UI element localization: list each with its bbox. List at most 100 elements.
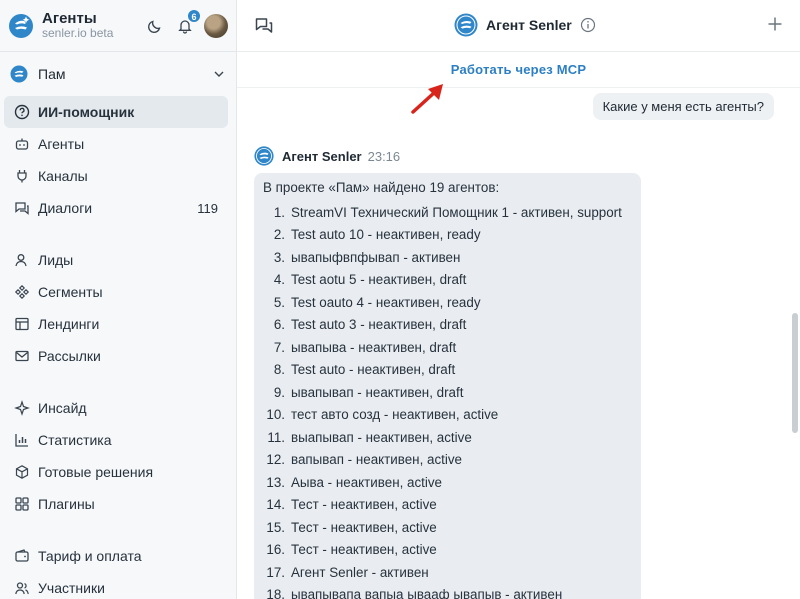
sidebar-item-label: Агенты — [38, 136, 85, 152]
sidebar-item-segments[interactable]: Сегменты — [4, 276, 228, 308]
sidebar-item-billing[interactable]: Тариф и оплата — [4, 540, 228, 572]
list-item-number: 6. — [273, 317, 285, 333]
sidebar-item-ready-solutions[interactable]: Готовые решения — [4, 456, 228, 488]
chat-history-button[interactable] — [254, 16, 274, 39]
list-item-text: Test aotu 5 - неактивен, draft — [291, 272, 467, 288]
nav-group-analytics: Инсайд Статистика Готовые решения Плагин… — [0, 392, 236, 520]
list-item: 12. вапывап - неактивен, active — [263, 449, 632, 472]
list-item-number: 8. — [273, 362, 285, 378]
list-item: 6. Test auto 3 - неактивен, draft — [263, 314, 632, 337]
agent-title: Агент Senler — [486, 17, 572, 33]
wallet-icon — [14, 548, 30, 564]
list-item: 1. StreamVI Технический Помощник 1 - акти… — [263, 201, 632, 224]
list-item-text: ывапыва - неактивен, draft — [291, 339, 457, 355]
sidebar-item-insight[interactable]: Инсайд — [4, 392, 228, 424]
help-circle-icon — [14, 104, 30, 120]
chat-history-icon — [255, 18, 273, 33]
list-item: 8. Test auto - неактивен, draft — [263, 359, 632, 382]
list-item: 5. Test oauto 4 - неактивен, ready — [263, 291, 632, 314]
sidebar-item-leads[interactable]: Лиды — [4, 244, 228, 276]
sidebar-item-landings[interactable]: Лендинги — [4, 308, 228, 340]
notifications-button[interactable]: 6 — [172, 8, 201, 39]
chevron-down-icon — [214, 71, 224, 77]
list-item-text: Агент Senler - активен — [291, 564, 429, 580]
sidebar-item-label: Статистика — [38, 432, 112, 448]
sidebar-item-plugins[interactable]: Плагины — [4, 488, 228, 520]
brand-title: Агенты — [42, 9, 97, 27]
list-item-text: Test auto 10 - неактивен, ready — [291, 227, 481, 243]
moon-icon — [147, 20, 161, 33]
agent-logo-icon — [454, 13, 478, 37]
sidebar-header: Агенты senler.io beta 6 — [0, 0, 236, 52]
list-item: 16. Тест - неактивен, active — [263, 539, 632, 562]
plug-icon — [14, 168, 30, 184]
bar-chart-icon — [14, 432, 30, 448]
list-item-number: 5. — [273, 294, 285, 310]
list-item: 17. Агент Senler - активен — [263, 561, 632, 584]
mcp-link[interactable]: Работать через MCP — [451, 62, 586, 77]
agent-message-intro: В проекте «Пам» найдено 19 агентов: — [263, 180, 500, 195]
nav-group-account: Тариф и оплата Участники — [0, 540, 236, 599]
brand-subtitle: senler.io beta — [42, 26, 114, 41]
list-item: 18. ывапывапа вапыа ывааф ывапыв - активе… — [263, 584, 632, 599]
list-item-number: 3. — [273, 249, 285, 265]
sidebar-item-label: Сегменты — [38, 284, 103, 300]
agent-list: 1. StreamVI Технический Помощник 1 - акти… — [263, 201, 632, 599]
mail-icon — [14, 348, 30, 364]
sidebar-item-channels[interactable]: Каналы — [4, 160, 228, 192]
sidebar-item-label: Каналы — [38, 168, 88, 184]
sidebar-item-label: Рассылки — [38, 348, 101, 364]
list-item-text: выапывап - неактивен, active — [291, 429, 472, 445]
list-item-number: 7. — [273, 339, 285, 355]
message-time: 23:16 — [367, 148, 401, 164]
agent-avatar-icon — [254, 146, 274, 166]
segments-icon — [14, 284, 30, 300]
avatar[interactable] — [204, 13, 228, 38]
chat-area[interactable]: Какие у меня есть агенты? Агент Senler 2… — [237, 88, 800, 599]
chat-scrollbar[interactable] — [792, 313, 798, 433]
list-item-number: 4. — [273, 272, 285, 288]
list-item: 7. ывапыва - неактивен, draft — [263, 336, 632, 359]
mcp-bar: Работать через MCP — [237, 52, 800, 88]
list-item-text: Test oauto 4 - неактивен, ready — [291, 294, 481, 310]
list-item-text: Аыва - неактивен, active — [291, 474, 443, 490]
sidebar: Агенты senler.io beta 6 Пам ИИ-помощник … — [0, 0, 237, 599]
sidebar-item-label: Лендинги — [38, 316, 100, 332]
list-item-text: Test auto 3 - неактивен, draft — [291, 317, 467, 333]
list-item: 13. Аыва - неактивен, active — [263, 471, 632, 494]
sidebar-item-members[interactable]: Участники — [4, 572, 228, 599]
sidebar-item-dialogs[interactable]: Диалоги 119 — [4, 192, 228, 224]
agent-message-header: Агент Senler 23:16 — [254, 146, 400, 166]
list-item: 3. ывапыфвпфывап - активен — [263, 246, 632, 269]
list-item: 9. ывапывап - неактивен, draft — [263, 381, 632, 404]
sidebar-item-label: Готовые решения — [38, 464, 154, 480]
sidebar-item-mailings[interactable]: Рассылки — [4, 340, 228, 372]
chat-icon — [14, 200, 30, 216]
people-icon — [14, 580, 30, 596]
list-item: 11. выапывап - неактивен, active — [263, 426, 632, 449]
sidebar-item-label: Лиды — [38, 252, 74, 268]
list-item-number: 1. — [273, 204, 285, 220]
robot-icon — [14, 136, 30, 152]
user-message: Какие у меня есть агенты? — [592, 93, 774, 120]
list-item-text: ывапывап - неактивен, draft — [291, 384, 464, 400]
project-selector[interactable]: Пам — [0, 52, 236, 96]
list-item-text: Тест - неактивен, active — [291, 542, 437, 558]
sidebar-item-statistics[interactable]: Статистика — [4, 424, 228, 456]
list-item-text: Тест - неактивен, active — [291, 519, 437, 535]
new-chat-button[interactable] — [766, 15, 784, 36]
sidebar-item-label: Диалоги — [38, 200, 93, 216]
info-icon[interactable] — [580, 17, 596, 33]
theme-toggle-button[interactable] — [142, 13, 168, 39]
nav-group-main: ИИ-помощник Агенты Каналы Диалоги 119 — [0, 96, 236, 224]
list-item: 10. тест авто созд - неактивен, active — [263, 404, 632, 427]
agent-header: Агент Senler — [454, 13, 596, 37]
dialogs-count: 119 — [197, 200, 218, 216]
sidebar-item-ai-assistant[interactable]: ИИ-помощник — [4, 96, 228, 128]
senler-logo-icon — [9, 13, 33, 38]
list-item: 2. Test auto 10 - неактивен, ready — [263, 224, 632, 247]
sparkle-icon — [14, 400, 30, 416]
sidebar-item-agents[interactable]: Агенты — [4, 128, 228, 160]
list-item-text: ывапывапа вапыа ывааф ывапыв - активен — [291, 587, 563, 599]
plus-icon — [768, 17, 782, 31]
